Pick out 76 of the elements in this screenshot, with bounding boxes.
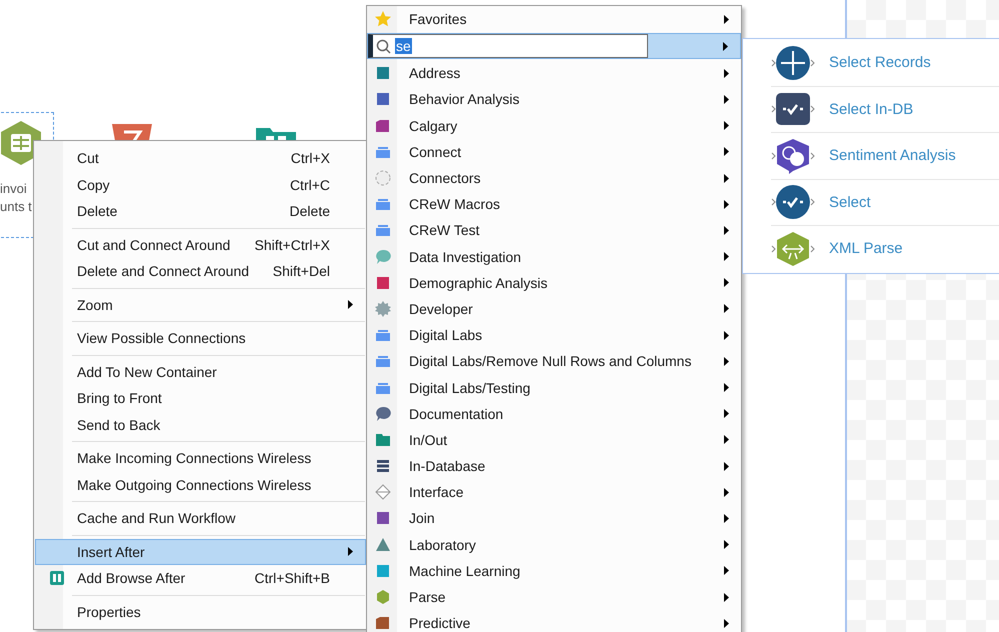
menu-item[interactable]: Connect xyxy=(367,138,741,165)
submenu-arrow-icon xyxy=(724,226,729,235)
submenu-arrow-icon xyxy=(724,540,729,550)
search-field[interactable]: se xyxy=(368,34,648,58)
menu-item[interactable]: Send to Back xyxy=(35,412,366,438)
menu-item[interactable]: In-Database xyxy=(367,453,741,480)
submenu-arrow-icon xyxy=(724,462,729,471)
submenu-arrow-icon xyxy=(348,547,353,556)
menu-item[interactable]: Laboratory xyxy=(367,532,741,558)
menu-item[interactable]: Parse xyxy=(367,584,741,610)
menu-item[interactable]: Join xyxy=(367,505,741,532)
menu-item[interactable]: Digital Labs/Testing xyxy=(367,374,741,401)
menu-item[interactable]: Digital Labs/Remove Null Rows and Columns xyxy=(367,348,741,374)
submenu-arrow-icon xyxy=(724,304,729,314)
submenu-arrow-icon xyxy=(724,68,729,78)
menu-item[interactable]: Documentation xyxy=(367,400,741,427)
menu-item[interactable]: Behavior Analysis xyxy=(367,86,741,113)
node-label: unts t xyxy=(0,198,32,216)
submenu-arrow-icon xyxy=(724,252,729,262)
tool-result[interactable]: Select In-DB xyxy=(771,86,999,133)
menu-item[interactable]: CReW Test xyxy=(367,217,741,244)
submenu-arrow-icon xyxy=(724,14,729,24)
submenu-arrow-icon xyxy=(724,121,729,130)
menu-item[interactable]: Calgary xyxy=(367,112,741,139)
menu-item[interactable]: Bring to Front xyxy=(35,385,366,412)
submenu-arrow-icon xyxy=(724,514,729,523)
menu-item[interactable]: CReW Macros xyxy=(367,191,741,218)
star-icon xyxy=(374,10,392,28)
tool-result[interactable]: XML Parse xyxy=(771,226,999,272)
menu-item[interactable]: Cut Ctrl+X xyxy=(35,145,366,172)
menu-item[interactable]: Machine Learning xyxy=(367,558,741,584)
menu-item[interactable]: Make Outgoing Connections Wireless xyxy=(35,472,366,498)
submenu-arrow-icon xyxy=(724,330,729,340)
submenu-arrow-icon xyxy=(724,174,729,183)
menu-item[interactable]: Developer xyxy=(367,296,741,322)
search-icon xyxy=(376,38,391,54)
submenu-arrow-icon xyxy=(724,488,729,497)
submenu-arrow-icon xyxy=(724,566,729,576)
tool-result[interactable]: Select xyxy=(771,180,999,226)
menu-item[interactable]: View Possible Connections xyxy=(35,325,366,352)
submenu-arrow-icon xyxy=(724,200,729,209)
menu-item[interactable]: Interface xyxy=(367,479,741,506)
submenu-arrow-icon xyxy=(348,300,353,310)
menu-item[interactable]: Delete Delete xyxy=(35,198,366,224)
submenu-arrow-icon xyxy=(724,435,729,444)
submenu-arrow-icon xyxy=(724,618,729,628)
menu-item[interactable]: Digital Labs xyxy=(367,322,741,348)
menu-item[interactable]: Predictive xyxy=(367,610,741,632)
menu-item[interactable]: Insert After xyxy=(35,538,366,565)
submenu-arrow-icon xyxy=(724,409,729,418)
tool-result[interactable]: Sentiment Analysis xyxy=(771,133,999,180)
menu-item[interactable]: In/Out xyxy=(367,426,741,453)
menu-item[interactable]: Favorites xyxy=(367,6,741,32)
menu-item[interactable]: Demographic Analysis xyxy=(367,270,741,296)
menu-item[interactable]: Data Investigation xyxy=(367,244,741,270)
submenu-arrow-icon xyxy=(724,94,729,104)
menu-item[interactable]: Zoom xyxy=(35,292,366,318)
menu-item[interactable]: Copy Ctrl+C xyxy=(35,172,366,198)
submenu-arrow-icon xyxy=(724,356,729,366)
menu-item[interactable]: Make Incoming Connections Wireless xyxy=(35,445,366,472)
menu-item[interactable]: Add To New Container xyxy=(35,358,366,385)
search-row[interactable]: se xyxy=(367,33,741,60)
submenu-arrow-icon xyxy=(724,147,729,156)
submenu-arrow-icon xyxy=(724,383,729,392)
menu-item[interactable]: Delete and Connect Around Shift+Del xyxy=(35,258,366,284)
menu-item[interactable]: Address xyxy=(367,60,741,86)
node-label: invoi xyxy=(0,180,28,198)
menu-item[interactable]: Properties xyxy=(35,598,366,625)
submenu-arrow-icon xyxy=(723,42,728,51)
submenu-arrow-icon xyxy=(724,592,729,602)
menu-item[interactable]: Add Browse After Ctrl+Shift+B xyxy=(35,565,366,592)
submenu-arrow-icon xyxy=(724,278,729,288)
menu-item[interactable]: Cut and Connect Around Shift+Ctrl+X xyxy=(35,232,366,258)
menu-item[interactable]: Cache and Run Workflow xyxy=(35,505,366,532)
tool-result[interactable]: Select Records xyxy=(771,40,999,86)
menu-item[interactable]: Connectors xyxy=(367,164,741,192)
